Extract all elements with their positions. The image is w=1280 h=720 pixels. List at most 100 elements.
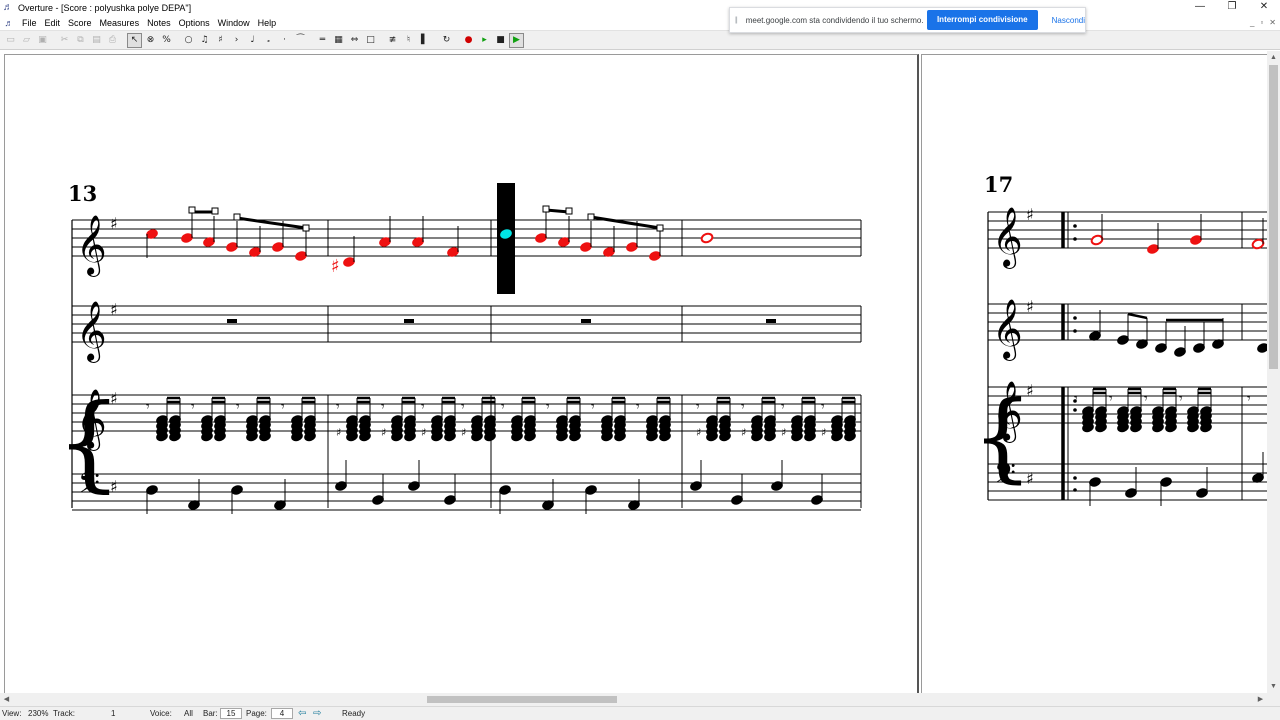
accidental-sharp: ♯	[336, 426, 341, 439]
percent-icon[interactable]: %	[159, 33, 174, 48]
eighth-rest: 𝄾	[281, 399, 285, 415]
scroll-right-arrow-icon[interactable]: ▶	[1254, 693, 1267, 706]
horizontal-scrollbar[interactable]: ◀ ▶	[0, 693, 1267, 706]
repeat-dot	[1073, 316, 1077, 320]
menu-file[interactable]: File	[19, 18, 40, 28]
menu-help[interactable]: Help	[255, 18, 280, 28]
eighth-notes-icon[interactable]: ♫	[197, 33, 212, 48]
key-signature-sharp: ♯	[110, 477, 118, 496]
accent-icon[interactable]: ›	[229, 33, 244, 48]
eighth-rest: 𝄾	[191, 399, 195, 415]
scroll-left-arrow-icon[interactable]: ◀	[0, 693, 13, 706]
repeat-dot	[1073, 237, 1077, 241]
track-label: Track:	[53, 709, 75, 718]
paste-icon[interactable]: ▤	[89, 33, 104, 48]
doc-restore-button[interactable]: ▫	[1260, 16, 1263, 30]
cut-icon[interactable]: ✂	[57, 33, 72, 48]
step-play-icon[interactable]: ▸	[477, 33, 492, 48]
accidental-sharp: ♯	[421, 426, 426, 439]
overture-app-icon[interactable]: ♬	[2, 2, 14, 14]
bass-clef: 𝄢	[78, 467, 100, 507]
stop-sharing-button[interactable]: Interrompi condivisione	[926, 10, 1038, 30]
whole-note-icon[interactable]: ○	[181, 33, 196, 48]
window-controls: — ❐ ✕	[1184, 0, 1280, 16]
measure-number-13: 13	[68, 181, 97, 206]
beam-handle	[656, 224, 664, 232]
document-menu-icon[interactable]: ♬	[3, 17, 15, 29]
score-document[interactable]: 13{𝄞 ♯ 𝄞 ♯ 𝄞 ♯ 𝄢 ♯ ♯ 𝄾 𝄾 𝄾 𝄾 𝄾 ♯ 𝄾 ♯ 𝄾 ♯ 𝄾 ♯ 𝄾 𝄾 𝄾 𝄾 𝄾 ♯ 𝄾 ♯ 𝄾 ♯ 𝄾 ♯ 17{𝄞…	[0, 51, 1280, 693]
repeat-dot	[1073, 476, 1077, 480]
eighth-rest: 𝄾	[591, 399, 595, 415]
beam-icon[interactable]: ═	[315, 33, 330, 48]
doc-minimize-button[interactable]: _	[1250, 16, 1254, 30]
view-zoom-value: 230%	[28, 709, 49, 718]
stop-icon[interactable]: ■	[493, 33, 508, 48]
eighth-rest: 𝄾	[821, 399, 825, 415]
score-canvas[interactable]: 13{𝄞 ♯𝄞 ♯𝄞 ♯𝄢 ♯♯𝄾 𝄾 𝄾 𝄾 𝄾♯𝄾♯𝄾♯𝄾♯𝄾 𝄾 𝄾 𝄾 𝄾♯𝄾♯𝄾♯𝄾♯17{𝄞…	[0, 51, 1267, 693]
accidental-sharp: ♯	[461, 426, 466, 439]
eighth-rest: 𝄾	[1179, 391, 1183, 407]
key-signature-sharp: ♯	[110, 214, 118, 233]
eighth-rest: 𝄾	[781, 399, 785, 415]
drag-handle-icon[interactable]: ||	[735, 17, 741, 24]
minimize-button[interactable]: —	[1184, 0, 1216, 14]
accidental-sharp: ♯	[696, 426, 701, 439]
record-icon[interactable]: ●	[461, 33, 476, 48]
erase-icon[interactable]: ⊗	[143, 33, 158, 48]
print-icon[interactable]: ⎙	[105, 33, 120, 48]
next-page-arrow-icon[interactable]: ⇨	[313, 707, 321, 720]
scroll-up-arrow-icon[interactable]: ▲	[1267, 51, 1280, 64]
bar-icon[interactable]: ▌	[417, 33, 432, 48]
beam-handle	[565, 207, 573, 215]
menu-score[interactable]: Score	[65, 18, 95, 28]
save-icon[interactable]: ▣	[35, 33, 50, 48]
scroll-corner	[1267, 693, 1280, 706]
beam-handle	[188, 206, 196, 214]
menu-notes[interactable]: Notes	[144, 18, 174, 28]
grid-icon[interactable]: ▦	[331, 33, 346, 48]
bass-clef: 𝄢	[994, 457, 1016, 497]
tuner-icon[interactable]: ♮	[401, 33, 416, 48]
sharp-icon[interactable]: ♯	[213, 33, 228, 48]
stretch-icon[interactable]: ⇔	[347, 33, 362, 48]
staccato-icon[interactable]: ·	[277, 33, 292, 48]
scroll-down-arrow-icon[interactable]: ▼	[1267, 680, 1280, 693]
pointer-icon[interactable]: ↖	[127, 32, 142, 48]
doc-close-button[interactable]: ✕	[1269, 16, 1276, 30]
menu-options[interactable]: Options	[176, 18, 213, 28]
slur-icon[interactable]: ⁀	[293, 33, 308, 48]
close-button[interactable]: ✕	[1248, 0, 1280, 14]
vertical-scroll-thumb[interactable]	[1269, 65, 1278, 369]
key-signature-sharp: ♯	[1026, 297, 1034, 316]
new-icon[interactable]: ▭	[3, 33, 18, 48]
menu-window[interactable]: Window	[215, 18, 253, 28]
bar-number-field[interactable]: 15	[220, 708, 242, 719]
copy-icon[interactable]: ⧉	[73, 33, 88, 48]
repeat-dot	[1073, 488, 1077, 492]
key-signature-sharp: ♯	[110, 389, 118, 408]
mixer-icon[interactable]: ≢	[385, 33, 400, 48]
treble-clef: 𝄞	[76, 301, 107, 363]
page-number-field[interactable]: 4	[271, 708, 293, 719]
loop-icon[interactable]: ↻	[439, 33, 454, 48]
previous-page-arrow-icon[interactable]: ⇦	[298, 707, 306, 720]
vertical-scrollbar[interactable]: ▲ ▼	[1267, 51, 1280, 693]
track-value: 1	[111, 709, 116, 718]
restore-button[interactable]: ❐	[1216, 0, 1248, 14]
half-note-icon[interactable]: 𝅗	[261, 33, 276, 48]
horizontal-scroll-thumb[interactable]	[427, 696, 617, 703]
key-signature-sharp: ♯	[1026, 381, 1034, 400]
hide-banner-button[interactable]: Nascondi	[1052, 16, 1085, 25]
menu-measures[interactable]: Measures	[97, 18, 143, 28]
open-icon[interactable]: ▱	[19, 33, 34, 48]
beam	[1127, 312, 1148, 320]
menu-edit[interactable]: Edit	[42, 18, 64, 28]
eighth-rest: 𝄾	[381, 399, 385, 415]
eighth-rest: 𝄾	[546, 399, 550, 415]
beam-handle	[302, 224, 310, 232]
screen-share-banner: || meet.google.com sta condividendo il t…	[729, 7, 1086, 33]
box-icon[interactable]: □	[363, 33, 378, 48]
eighth-rest: 𝄾	[146, 399, 150, 415]
play-icon[interactable]: ▶	[509, 32, 524, 48]
quarter-note-icon[interactable]: ♩	[245, 33, 260, 48]
